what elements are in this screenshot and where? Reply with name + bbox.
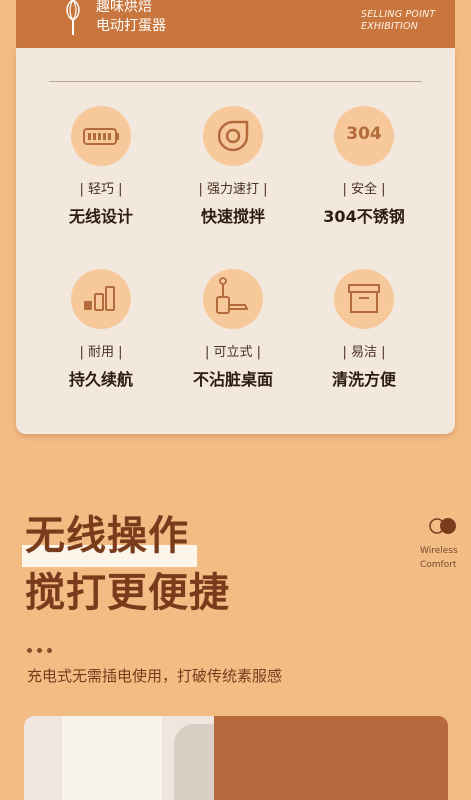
- dot: [27, 648, 32, 653]
- feature-title: 不沾脏桌面: [192, 370, 273, 389]
- toggle-icon: [429, 518, 456, 534]
- 304-badge-icon: 304: [346, 124, 382, 144]
- feature-tag: | 可立式 |: [204, 345, 262, 360]
- dots-decoration: [27, 638, 57, 657]
- standing-mixer-icon: [216, 277, 249, 314]
- headline-line-2: 搅打更便捷: [25, 570, 230, 616]
- feature-tag: | 强力速打 |: [198, 182, 268, 197]
- feature-icon-circle: 304: [334, 106, 394, 166]
- headline-line-1: 无线操作: [25, 513, 189, 559]
- side-label-line-1: Wireless: [420, 546, 458, 556]
- feature-card: | 轻巧 | 无线设计 | 强力速打 | 快速搅拌 304 | 安全 | 304…: [16, 48, 455, 434]
- feature-title: 304不锈钢: [323, 207, 405, 226]
- feature-item-durable: | 耐用 | 持久续航: [36, 269, 166, 390]
- feature-title: 无线设计: [68, 207, 133, 226]
- header-bar: 趣味烘焙 电动打蛋器 SELLING POINT EXHIBITION: [16, 0, 455, 48]
- selling-point-label: SELLING POINT EXHIBITION: [361, 9, 435, 33]
- feature-item-standing: | 可立式 | 不沾脏桌面: [168, 269, 298, 390]
- feature-tag: | 易洁 |: [342, 345, 386, 360]
- selling-point-line-2: EXHIBITION: [361, 21, 418, 32]
- feature-tag: | 安全 |: [342, 182, 386, 197]
- feature-title: 快速搅拌: [200, 207, 265, 226]
- dot: [47, 648, 52, 653]
- section-description: 充电式无需插电使用，打破传统素服感: [27, 667, 283, 685]
- battery-icon: [83, 128, 119, 145]
- brand-line-2: 电动打蛋器: [96, 18, 166, 34]
- photo-cloth-highlight: [62, 716, 162, 800]
- feature-title: 清洗方便: [331, 370, 396, 389]
- side-label-line-2: Comfort: [420, 560, 457, 570]
- feature-item-steel: 304 | 安全 | 304不锈钢: [299, 106, 429, 227]
- feature-icon-circle: [334, 269, 394, 329]
- feature-tag: | 轻巧 |: [79, 182, 123, 197]
- feature-item-clean: | 易洁 | 清洗方便: [299, 269, 429, 390]
- bar-chart-icon: [84, 286, 115, 311]
- photo-sleeve: [174, 724, 214, 800]
- selling-point-line-1: SELLING POINT: [361, 9, 436, 20]
- feature-icon-circle: [203, 106, 263, 166]
- feature-icon-circle: [203, 269, 263, 329]
- feature-tag: | 耐用 |: [79, 345, 123, 360]
- feature-item-speed: | 强力速打 | 快速搅拌: [168, 106, 298, 227]
- whisk-icon: [66, 0, 80, 35]
- dot: [37, 648, 42, 653]
- product-photo: [24, 716, 448, 800]
- feature-item-wireless: | 轻巧 | 无线设计: [36, 106, 166, 227]
- side-label: Wireless Comfort: [420, 544, 458, 572]
- brand-line-1: 趣味烘焙: [96, 0, 152, 15]
- feature-title: 持久续航: [68, 370, 133, 389]
- feature-icon-circle: [71, 106, 131, 166]
- box-icon: [348, 284, 380, 313]
- feature-icon-circle: [71, 269, 131, 329]
- swirl-icon: [217, 120, 249, 152]
- card-divider: [49, 81, 422, 82]
